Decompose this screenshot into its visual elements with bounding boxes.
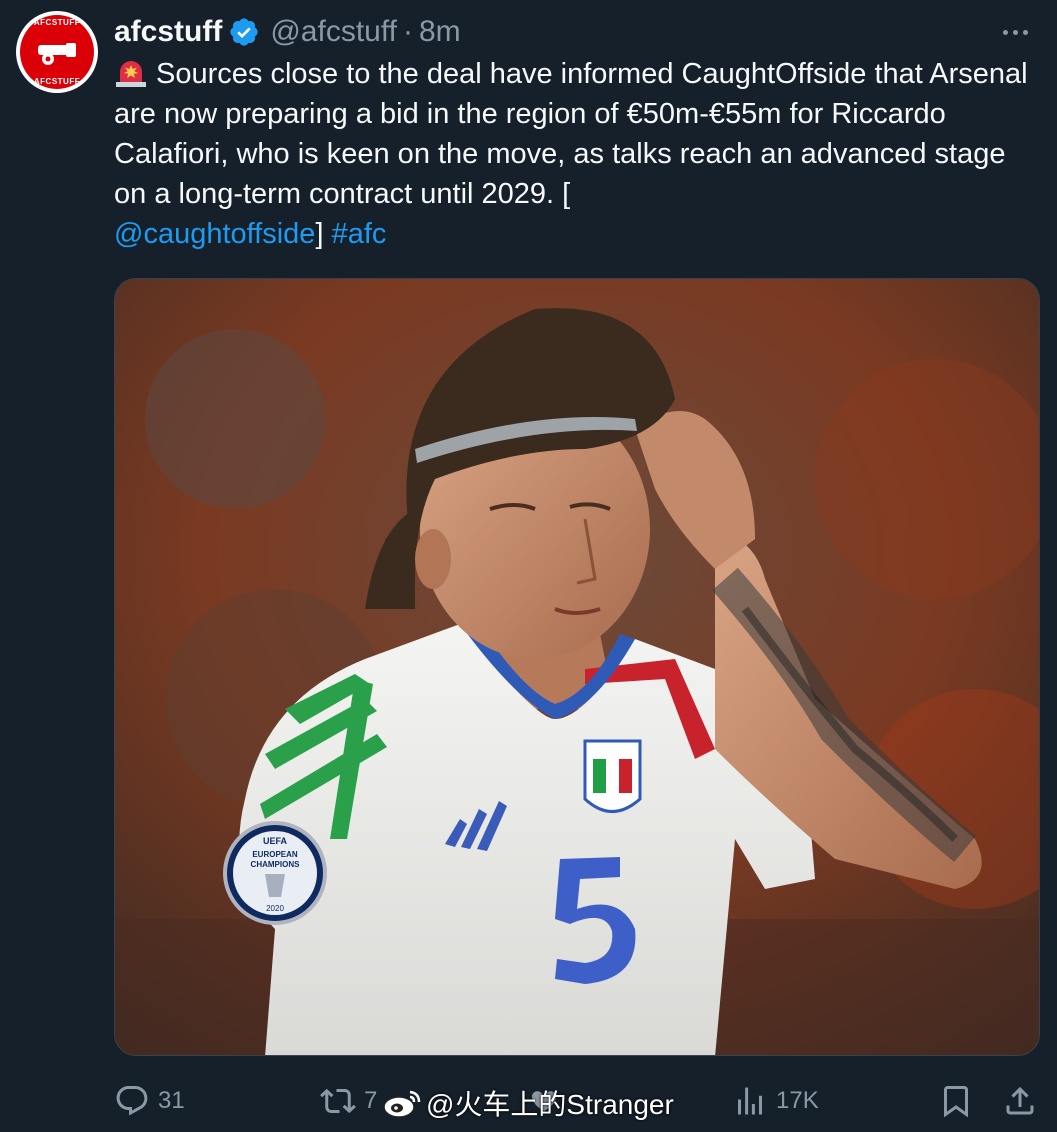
more-options-button[interactable] (995, 14, 1035, 50)
badge-year: 2020 (266, 904, 284, 913)
handle[interactable]: @afcstuff (270, 15, 397, 49)
badge-text-2: EUROPEAN (252, 850, 298, 859)
retweet-count: 7 (364, 1087, 378, 1114)
avatar-text-bottom: AFCSTUFF (33, 77, 81, 86)
share-icon (1006, 1086, 1034, 1115)
tweet-photo[interactable]: UEFA EUROPEAN CHAMPIONS 2020 (114, 278, 1040, 1056)
reply-icon (116, 1086, 148, 1116)
views-button[interactable]: 17K (732, 1078, 819, 1124)
views-count: 17K (776, 1087, 819, 1114)
watermark-text: @火车上的Stranger (426, 1089, 674, 1120)
tweet-body-text: Sources close to the deal have informed … (114, 58, 1028, 210)
badge-text-1: UEFA (263, 836, 288, 846)
more-dot-icon (1012, 29, 1018, 35)
tweet-header: afcstuff @afcstuff · 8m (114, 12, 461, 52)
avatar[interactable]: AFCSTUFF AFCSTUFF (16, 11, 98, 93)
rotating-light-emoji-icon (116, 61, 146, 87)
tweet[interactable]: AFCSTUFF AFCSTUFF afcstuff @afcstuff · 8… (0, 0, 1057, 1132)
bookmark-button[interactable] (938, 1078, 974, 1124)
tweet-text: Sources close to the deal have informed … (114, 54, 1034, 254)
avatar-text-top: AFCSTUFF (33, 18, 81, 27)
display-name[interactable]: afcstuff (114, 15, 222, 49)
reply-button[interactable]: 31 (114, 1078, 185, 1124)
separator-dot: · (402, 15, 413, 48)
more-dot-icon (1002, 29, 1008, 35)
mention-link[interactable]: @caughtoffside (114, 218, 315, 250)
weibo-watermark: @火车上的Stranger (382, 1080, 674, 1126)
player-photo-illustration: UEFA EUROPEAN CHAMPIONS 2020 (115, 279, 1039, 1055)
weibo-icon (383, 1090, 421, 1118)
cannon-icon (38, 43, 76, 65)
timestamp[interactable]: 8m (419, 15, 461, 49)
verified-badge-icon[interactable] (228, 16, 260, 48)
analytics-icon (738, 1087, 762, 1115)
share-button[interactable] (1002, 1078, 1038, 1124)
tweet-body-bracket: ] (315, 218, 332, 250)
hashtag-link[interactable]: #afc (332, 218, 387, 250)
badge-text-3: CHAMPIONS (251, 860, 301, 869)
retweet-icon (320, 1088, 356, 1114)
more-dot-icon (1022, 29, 1028, 35)
avatar-logo: AFCSTUFF AFCSTUFF (20, 15, 94, 89)
retweet-button[interactable]: 7 (320, 1078, 377, 1124)
bookmark-icon (944, 1086, 968, 1118)
reply-count: 31 (158, 1087, 185, 1114)
